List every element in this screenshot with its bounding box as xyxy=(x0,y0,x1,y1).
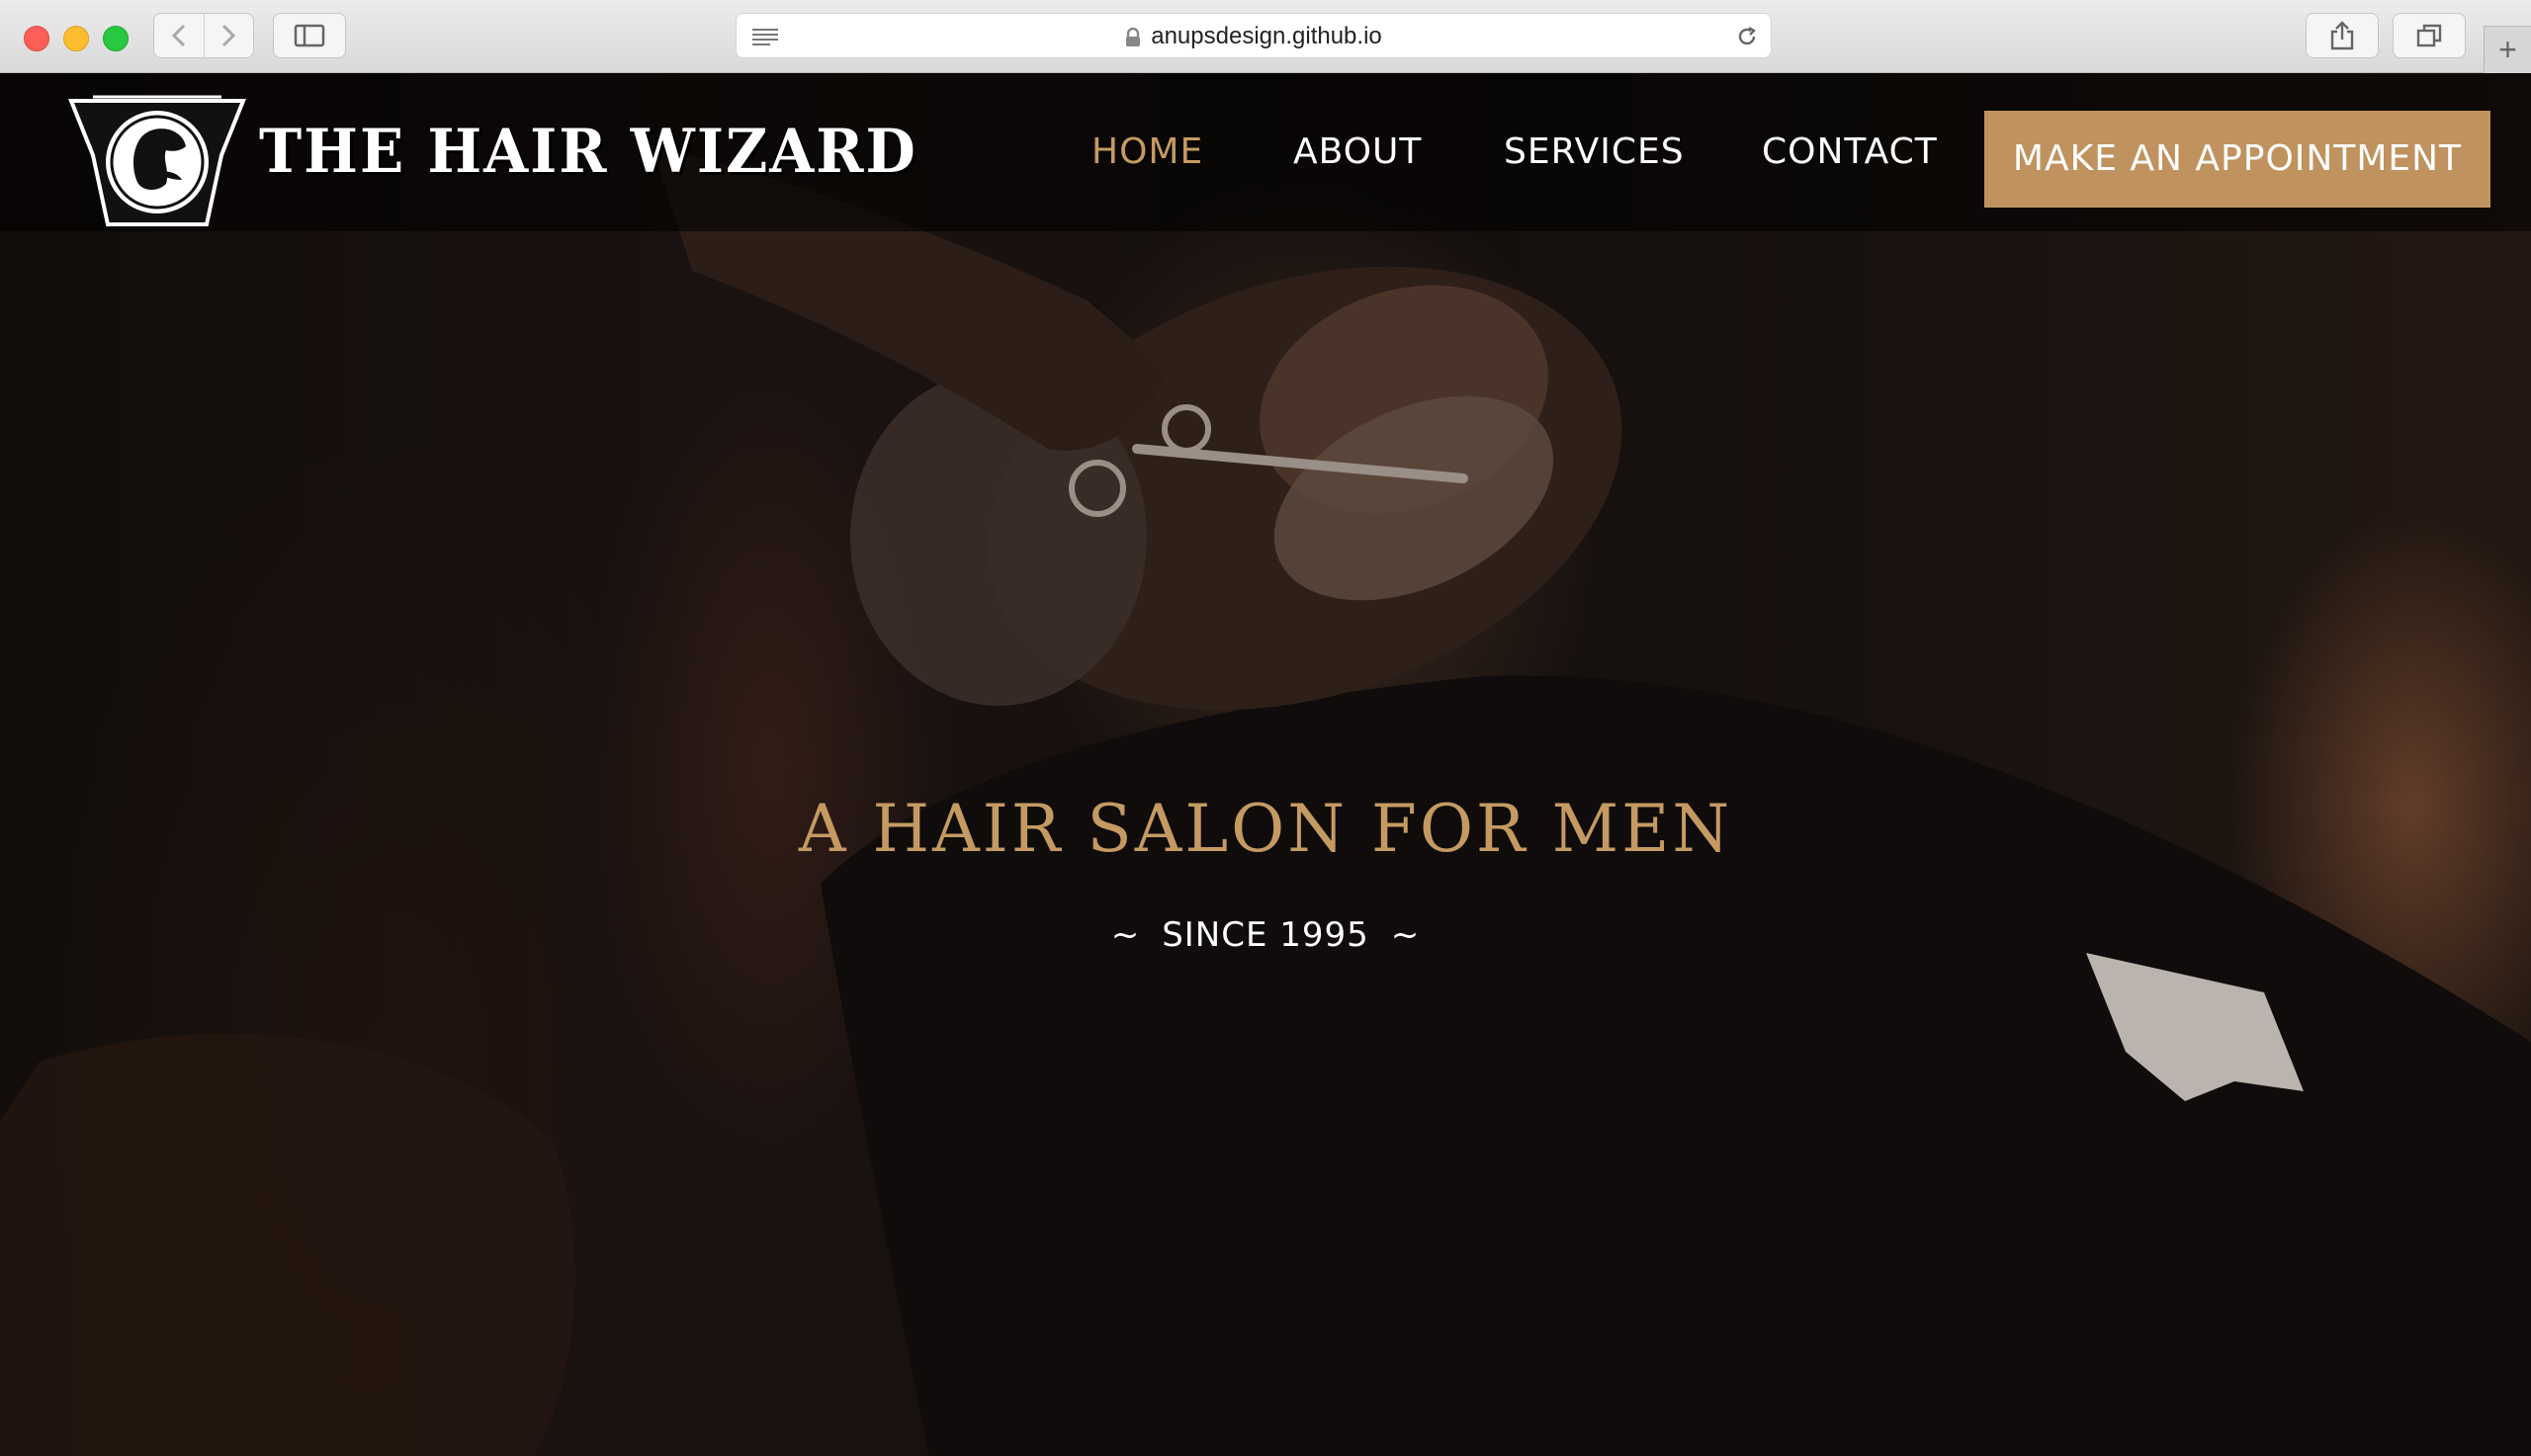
nav-about[interactable]: ABOUT xyxy=(1293,130,1422,174)
history-nav-group xyxy=(153,13,254,58)
minimize-window-button[interactable] xyxy=(63,26,89,51)
plus-icon: + xyxy=(2498,32,2517,67)
since-suffix: ~ xyxy=(1390,915,1421,955)
close-window-button[interactable] xyxy=(24,26,49,51)
browser-toolbar: anupsdesign.github.io + xyxy=(0,0,2531,73)
since-text: SINCE 1995 xyxy=(1162,915,1369,955)
tabs-overview-button[interactable] xyxy=(2393,13,2466,58)
hero-section: THE HAIR WIZARD HOME ABOUT SERVICES CONT… xyxy=(0,73,2531,1456)
share-button[interactable] xyxy=(2306,13,2379,58)
hero-background-photo xyxy=(0,146,2531,1456)
forward-button[interactable] xyxy=(203,14,254,57)
url-display: anupsdesign.github.io xyxy=(737,14,1771,59)
reload-icon[interactable] xyxy=(1735,25,1759,48)
sidebar-button[interactable] xyxy=(273,13,346,58)
since-prefix: ~ xyxy=(1110,915,1141,955)
zoom-window-button[interactable] xyxy=(103,26,129,51)
back-icon xyxy=(171,24,185,47)
hero-subtitle: ~ SINCE 1995 ~ xyxy=(0,915,2531,955)
share-icon xyxy=(2330,21,2354,50)
forward-icon xyxy=(222,24,236,47)
lock-icon xyxy=(1126,27,1141,46)
url-text: anupsdesign.github.io xyxy=(1151,23,1382,49)
make-appointment-button[interactable]: MAKE AN APPOINTMENT xyxy=(1984,111,2490,208)
brand-name[interactable]: THE HAIR WIZARD xyxy=(259,115,917,188)
nav-services[interactable]: SERVICES xyxy=(1504,130,1685,174)
nav-contact[interactable]: CONTACT xyxy=(1762,130,1938,174)
hero-title: A HAIR SALON FOR MEN xyxy=(798,791,1733,867)
sidebar-icon xyxy=(294,24,325,47)
back-button[interactable] xyxy=(154,14,204,57)
tabs-icon xyxy=(2416,24,2442,47)
nav-home[interactable]: HOME xyxy=(1091,130,1203,174)
new-tab-button[interactable]: + xyxy=(2484,26,2531,73)
address-bar[interactable]: anupsdesign.github.io xyxy=(736,13,1772,58)
barber-logo-icon[interactable] xyxy=(63,81,251,231)
